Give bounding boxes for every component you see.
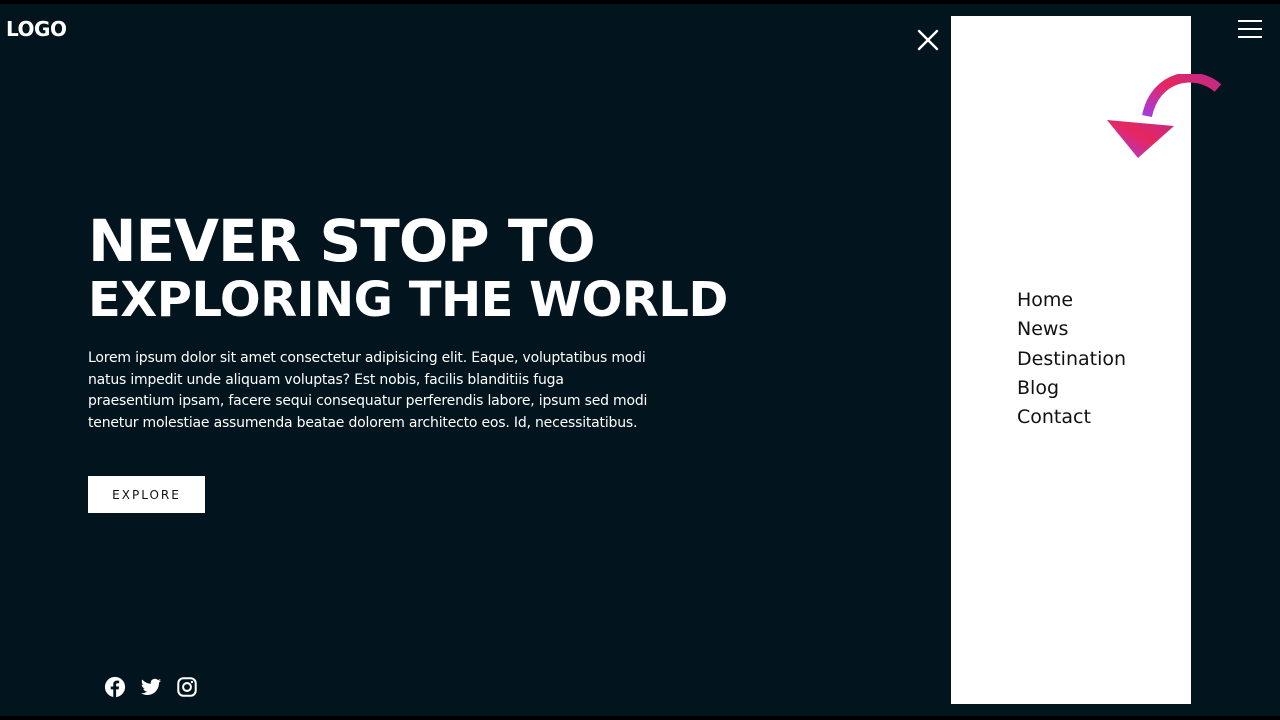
hero-title-line-2: EXPLORING THE WORLD: [88, 272, 728, 328]
twitter-icon[interactable]: [140, 676, 162, 698]
nav-item-blog[interactable]: Blog: [1017, 374, 1126, 403]
landing-page: LOGO NEVER STOP TO EXPLORING THE WORLD L…: [0, 4, 1280, 716]
nav-item-home[interactable]: Home: [1017, 286, 1126, 315]
explore-button[interactable]: EXPLORE: [88, 476, 205, 513]
close-icon[interactable]: [914, 26, 942, 54]
hamburger-menu-icon[interactable]: [1236, 18, 1264, 40]
social-links: [104, 676, 198, 698]
hero-title-line-1: NEVER STOP TO: [88, 207, 596, 275]
curved-arrow-icon: [1107, 74, 1222, 158]
logo[interactable]: LOGO: [6, 18, 67, 40]
nav-list: Home News Destination Blog Contact: [1017, 286, 1126, 432]
hero-section: NEVER STOP TO EXPLORING THE WORLD Lorem …: [88, 207, 728, 448]
instagram-icon[interactable]: [176, 676, 198, 698]
nav-item-contact[interactable]: Contact: [1017, 403, 1126, 432]
hero-description: Lorem ipsum dolor sit amet consectetur a…: [88, 350, 648, 431]
facebook-icon[interactable]: [104, 676, 126, 698]
nav-item-destination[interactable]: Destination: [1017, 345, 1126, 374]
nav-item-news[interactable]: News: [1017, 315, 1126, 344]
